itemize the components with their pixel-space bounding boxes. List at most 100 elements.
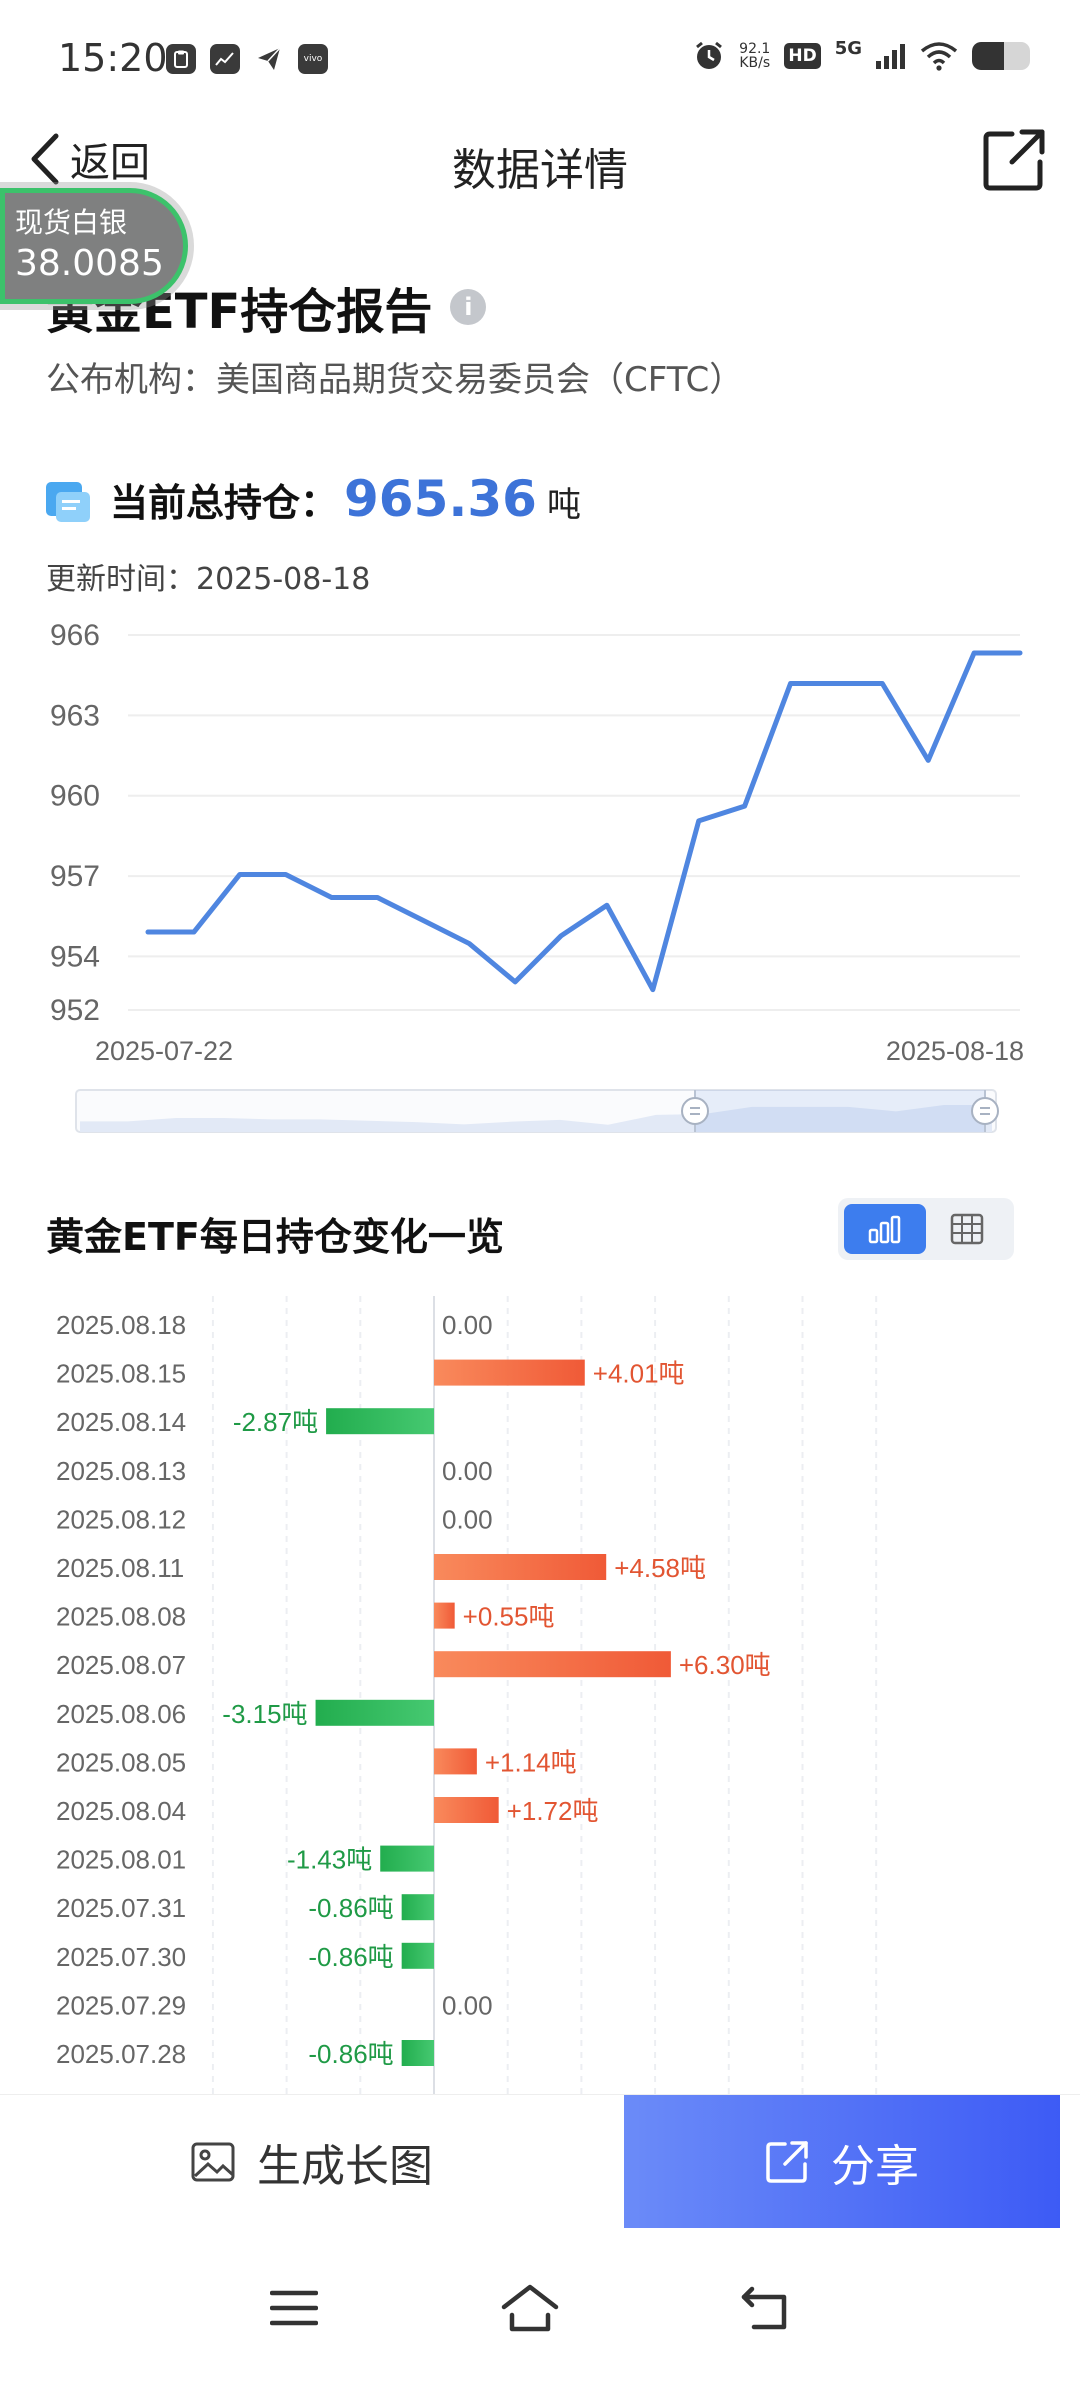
y-tick-label: 960 <box>50 780 100 813</box>
category-label: 2025.08.07 <box>56 1650 186 1680</box>
data-label: +4.01吨 <box>593 1359 685 1389</box>
floating-price-widget[interactable]: 现货白银 38.0085 <box>0 188 188 304</box>
bar-negative <box>326 1408 434 1435</box>
data-label: +1.72吨 <box>507 1796 599 1826</box>
widget-name: 现货白银 <box>15 206 128 239</box>
net-speed-unit: KB/s <box>739 55 771 71</box>
menu-icon <box>270 2290 318 2326</box>
holding-unit: 吨 <box>546 485 581 525</box>
category-label: 2025.08.08 <box>56 1602 186 1632</box>
generate-long-image-button[interactable]: 生成长图 <box>0 2095 624 2229</box>
net-speed: 92.1 KB/s <box>739 42 770 70</box>
zoom-slider-window <box>695 1090 985 1132</box>
data-label: +4.58吨 <box>614 1553 706 1583</box>
bar-positive <box>434 1602 455 1629</box>
status-app-icons: vivo <box>166 44 328 74</box>
holding-icon <box>46 482 90 522</box>
category-label: 2025.08.05 <box>56 1747 186 1777</box>
category-label: 2025.08.15 <box>56 1359 186 1389</box>
data-label: -2.87吨 <box>233 1407 318 1437</box>
daily-change-bar-chart: 2025.08.18 0.00 2025.08.15 +4.01吨 2025.08.14… <box>56 1296 878 2096</box>
category-label: 2025.08.14 <box>56 1407 186 1437</box>
bar-negative <box>401 1942 434 1969</box>
category-label: 2025.08.13 <box>56 1456 186 1486</box>
clipboard-icon <box>166 44 196 74</box>
alarm-icon <box>696 41 723 69</box>
daily-change-title: 黄金ETF每日持仓变化一览 <box>46 1215 504 1259</box>
bar-view-button[interactable] <box>844 1204 926 1254</box>
vivo-icon: vivo <box>298 44 328 74</box>
battery-icon <box>972 42 1030 70</box>
y-tick-label: 954 <box>50 940 100 973</box>
series-line <box>145 650 1023 993</box>
y-tick-label: 952 <box>50 994 100 1027</box>
category-label: 2025.08.11 <box>56 1553 184 1583</box>
category-label: 2025.08.12 <box>56 1504 186 1534</box>
network-type: 5G <box>834 37 862 59</box>
data-label: 0.00 <box>442 1310 493 1340</box>
status-bar: 15:20 vivo 92.1 KB/s HD 5G <box>0 0 1080 120</box>
holding-line-chart: 966 963 960 957 954 952 2025-07-22 2025-08-18 <box>50 619 1024 1133</box>
category-label: 2025.08.06 <box>56 1699 186 1729</box>
category-label: 2025.07.30 <box>56 1942 186 1972</box>
bar-negative <box>401 2040 434 2066</box>
holding-label: 当前总持仓： <box>110 481 339 525</box>
menu-button[interactable] <box>254 2268 334 2348</box>
category-label: 2025.07.28 <box>56 2039 186 2069</box>
nav-back-button[interactable] <box>726 2268 806 2348</box>
chart-icon <box>210 44 240 74</box>
page-title: 数据详情 <box>452 145 628 196</box>
data-label: +1.14吨 <box>485 1747 577 1777</box>
generate-label: 生成长图 <box>257 2141 433 2192</box>
bar-positive <box>434 1554 607 1580</box>
bar-chart-icon <box>868 1215 901 1244</box>
y-tick-label: 963 <box>50 699 100 732</box>
y-tick-label: 966 <box>50 619 100 652</box>
data-label: 0.00 <box>442 1504 493 1534</box>
bar-positive <box>434 1359 585 1386</box>
share-icon <box>766 2141 808 2183</box>
zoom-handle-knob <box>681 1097 709 1125</box>
table-icon <box>950 1213 984 1245</box>
table-view-button[interactable] <box>926 1204 1008 1254</box>
export-button[interactable] <box>982 128 1046 192</box>
category-label: 2025.08.04 <box>56 1796 186 1826</box>
bar-negative <box>380 1845 434 1872</box>
bar-negative <box>401 1894 434 1921</box>
bar-positive <box>434 1797 499 1823</box>
home-button[interactable] <box>490 2268 570 2348</box>
total-holding-row: 当前总持仓： 965.36 吨 <box>46 470 581 528</box>
back-icon <box>741 2286 787 2330</box>
net-speed-value: 92.1 <box>739 41 771 57</box>
zoom-handle-left[interactable] <box>681 1097 709 1125</box>
category-label: 2025.07.31 <box>56 1893 186 1923</box>
category-label: 2025.08.01 <box>56 1845 186 1875</box>
x-tick-label: 2025-07-22 <box>95 1036 233 1066</box>
data-label: -1.43吨 <box>287 1845 372 1875</box>
data-label: 0.00 <box>442 1456 493 1486</box>
status-time: 15:20 <box>58 36 168 80</box>
x-tick-label: 2025-08-18 <box>886 1036 1024 1066</box>
category-label: 2025.08.18 <box>56 1310 186 1340</box>
hd-badge: HD <box>784 43 821 69</box>
view-toggle <box>838 1198 1014 1260</box>
data-label: -0.86吨 <box>308 2039 393 2069</box>
battery-fill <box>972 42 1004 70</box>
bar-positive <box>434 1748 477 1775</box>
info-icon[interactable]: i <box>450 289 487 325</box>
send-icon <box>254 44 284 74</box>
widget-value: 38.0085 <box>15 243 164 284</box>
app-header: 返回 数据详情 <box>0 120 1080 206</box>
data-label: +6.30吨 <box>679 1650 771 1680</box>
bar-negative <box>315 1699 434 1726</box>
bottom-action-bar: 生成长图 分享 <box>0 2094 1080 2229</box>
zoom-handle-knob <box>971 1097 999 1125</box>
wifi-icon <box>920 42 958 71</box>
publisher-text: 公布机构：美国商品期货交易委员会（CFTC） <box>46 360 744 400</box>
share-button[interactable]: 分享 <box>624 2095 1060 2229</box>
zoom-handle-right[interactable] <box>971 1097 999 1125</box>
home-icon <box>501 2284 559 2332</box>
data-label: +0.55吨 <box>463 1602 555 1632</box>
status-right: 92.1 KB/s HD 5G <box>693 37 1030 72</box>
bar-positive <box>434 1651 671 1678</box>
